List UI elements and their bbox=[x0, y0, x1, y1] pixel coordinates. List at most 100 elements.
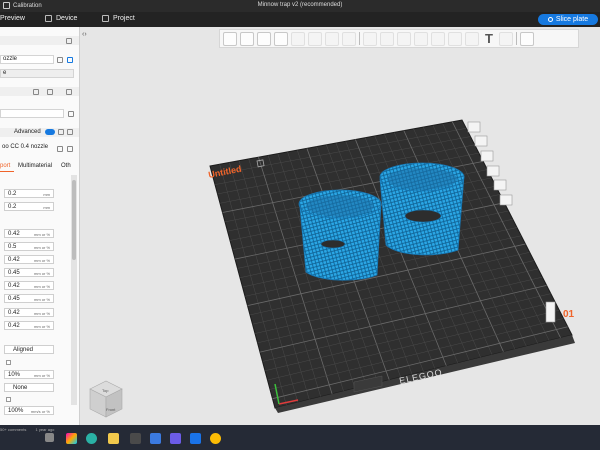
comments-count: 50+ comments bbox=[0, 427, 27, 432]
scale-icon[interactable] bbox=[397, 31, 411, 46]
outlook-icon[interactable] bbox=[150, 433, 161, 444]
setting-field[interactable]: 0.42 mm or % bbox=[4, 229, 54, 238]
slice-plate-button[interactable]: Slice plate bbox=[538, 14, 598, 25]
filament-select-value: e bbox=[3, 70, 7, 76]
save-icon[interactable] bbox=[57, 146, 63, 152]
advanced-toggle[interactable] bbox=[45, 129, 55, 135]
nozzle-select[interactable]: ozzle bbox=[0, 55, 54, 64]
setting-field[interactable]: 0.42 mm or % bbox=[4, 321, 54, 330]
setting-field-value: 0.42 bbox=[8, 257, 20, 263]
wall-sequence-value: Aligned bbox=[13, 347, 34, 353]
arrange-icon[interactable] bbox=[274, 31, 288, 46]
title-bar: Calibration Minnow trap v2 (recommended) bbox=[0, 0, 600, 12]
settings-icon[interactable] bbox=[66, 38, 72, 44]
add-filament-icon[interactable] bbox=[33, 89, 39, 95]
option-checkbox-2[interactable] bbox=[6, 397, 11, 402]
3d-viewport[interactable] bbox=[80, 27, 600, 425]
tab-multimaterial[interactable]: Multimaterial bbox=[18, 163, 52, 169]
file-explorer-icon[interactable] bbox=[108, 433, 119, 444]
tab-preview[interactable]: Preview bbox=[0, 15, 25, 22]
setting-field-value: 0.45 bbox=[8, 296, 20, 302]
setting-field[interactable]: 0.42 mm or % bbox=[4, 255, 54, 264]
process-profile[interactable]: oo CC 0.4 nozzle bbox=[0, 144, 52, 153]
os-taskbar bbox=[0, 425, 600, 450]
filament-settings-icon[interactable] bbox=[66, 89, 72, 95]
teams-icon[interactable] bbox=[170, 433, 181, 444]
process-edit-icon[interactable] bbox=[67, 146, 73, 152]
toolbar-divider-2 bbox=[516, 32, 517, 45]
calendar-icon[interactable] bbox=[130, 433, 141, 444]
setting-field[interactable]: 0.5 mm or % bbox=[4, 242, 54, 251]
task-view-icon[interactable] bbox=[45, 433, 54, 442]
setting-field[interactable]: 0.42 mm or % bbox=[4, 281, 54, 290]
grid-icon[interactable] bbox=[240, 31, 254, 46]
collapse-panel-icon[interactable]: ‹› bbox=[82, 31, 90, 39]
option-checkbox-1[interactable] bbox=[6, 360, 11, 365]
wall-sequence-select[interactable]: Aligned bbox=[4, 345, 54, 354]
settings-scrollbar[interactable] bbox=[71, 175, 77, 405]
chrome-icon[interactable] bbox=[210, 433, 221, 444]
scrollbar-thumb[interactable] bbox=[72, 180, 76, 260]
split-parts-icon[interactable] bbox=[308, 31, 322, 46]
tab-support[interactable]: port bbox=[0, 163, 10, 169]
rotate-icon[interactable] bbox=[380, 31, 394, 46]
filament-select[interactable]: e bbox=[0, 69, 74, 78]
tab-others[interactable]: Oth bbox=[61, 163, 71, 169]
add-object-icon[interactable] bbox=[223, 31, 237, 46]
setting-field[interactable]: 0.45 mm or % bbox=[4, 294, 54, 303]
cut-icon[interactable] bbox=[431, 31, 445, 46]
hundred-percent-field[interactable]: 100% mm/s or % bbox=[4, 406, 54, 415]
setting-field-unit: mm bbox=[43, 192, 50, 197]
tab-device-label: Device bbox=[56, 15, 78, 22]
setting-field[interactable]: 0.42 mm or % bbox=[4, 308, 54, 317]
setting-field-unit: mm or % bbox=[34, 258, 50, 263]
ten-percent-unit: mm or % bbox=[34, 373, 50, 378]
tab-device[interactable]: Device bbox=[45, 15, 77, 22]
remove-filament-icon[interactable] bbox=[47, 89, 53, 95]
ten-percent-field[interactable]: 10% mm or % bbox=[4, 370, 54, 379]
edit-icon[interactable] bbox=[57, 57, 63, 63]
setting-field-value: 0.2 bbox=[8, 204, 17, 210]
copilot-icon[interactable] bbox=[66, 433, 77, 444]
process-settings-icon[interactable] bbox=[67, 129, 73, 135]
setting-field-value: 0.42 bbox=[8, 283, 20, 289]
seam-paint-icon[interactable] bbox=[465, 31, 479, 46]
setting-field[interactable]: 0.45 mm or % bbox=[4, 268, 54, 277]
text-icon[interactable]: T bbox=[482, 31, 496, 46]
setting-field-unit: mm or % bbox=[34, 324, 50, 329]
measure-icon[interactable] bbox=[499, 31, 513, 46]
filament-field[interactable] bbox=[0, 109, 64, 118]
project-icon bbox=[102, 15, 109, 22]
active-tab-underline bbox=[0, 171, 14, 172]
variable-height-icon[interactable] bbox=[342, 31, 356, 46]
orient-icon[interactable] bbox=[257, 31, 271, 46]
setting-field-unit: mm or % bbox=[34, 284, 50, 289]
layers-icon[interactable] bbox=[325, 31, 339, 46]
filament-edit-icon[interactable] bbox=[68, 111, 74, 117]
nozzle-select-value: ozzle bbox=[3, 56, 18, 62]
setting-field-value: 0.42 bbox=[8, 231, 20, 237]
split-icon[interactable] bbox=[291, 31, 305, 46]
top-nav: Preview Device Project Slice plate bbox=[0, 12, 600, 27]
window-title: Minnow trap v2 (recommended) bbox=[257, 2, 343, 8]
setting-field-value: 0.2 bbox=[8, 191, 17, 197]
compare-icon[interactable] bbox=[58, 129, 64, 135]
edge-icon[interactable] bbox=[86, 433, 97, 444]
none-value: None bbox=[13, 385, 28, 391]
slice-icon bbox=[547, 17, 553, 22]
hundred-percent-unit: mm/s or % bbox=[30, 409, 50, 414]
setting-field[interactable]: 0.2 mm bbox=[4, 189, 54, 198]
setting-field-unit: mm or % bbox=[34, 311, 50, 316]
setting-field[interactable]: 0.2 mm bbox=[4, 202, 54, 211]
support-paint-icon[interactable] bbox=[448, 31, 462, 46]
tab-project[interactable]: Project bbox=[102, 15, 135, 22]
toolbar-divider bbox=[359, 32, 360, 45]
move-icon[interactable] bbox=[363, 31, 377, 46]
lay-on-face-icon[interactable] bbox=[414, 31, 428, 46]
none-select[interactable]: None bbox=[4, 383, 54, 392]
wifi-icon[interactable] bbox=[67, 57, 73, 63]
hundred-percent-value: 100% bbox=[8, 408, 24, 414]
view-toolbar: T bbox=[219, 29, 579, 48]
assembly-view-icon[interactable] bbox=[520, 31, 534, 46]
slicer-app-icon[interactable] bbox=[190, 433, 201, 444]
